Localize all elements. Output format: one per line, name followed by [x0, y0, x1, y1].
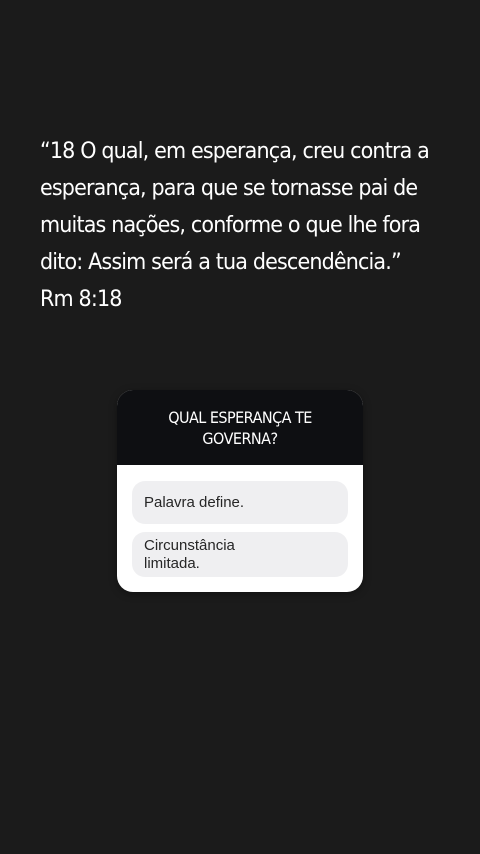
story-canvas: “18 O qual, em esperança, creu contra a …	[0, 0, 480, 854]
quiz-header: QUAL ESPERANÇA TE GOVERNA?	[117, 390, 363, 465]
quiz-option-circunstancia[interactable]: Circunstância limitada.	[132, 532, 348, 577]
quiz-sticker: QUAL ESPERANÇA TE GOVERNA? Palavra defin…	[117, 390, 363, 592]
quiz-option-label: Circunstância limitada.	[144, 536, 235, 572]
quiz-question: QUAL ESPERANÇA TE GOVERNA?	[168, 407, 312, 448]
bible-verse-text: “18 O qual, em esperança, creu contra a …	[40, 139, 430, 312]
quiz-option-label: Palavra define.	[144, 493, 245, 511]
quiz-options: Palavra define. Circunstância limitada.	[117, 465, 363, 577]
quiz-option-palavra[interactable]: Palavra define.	[132, 481, 348, 524]
